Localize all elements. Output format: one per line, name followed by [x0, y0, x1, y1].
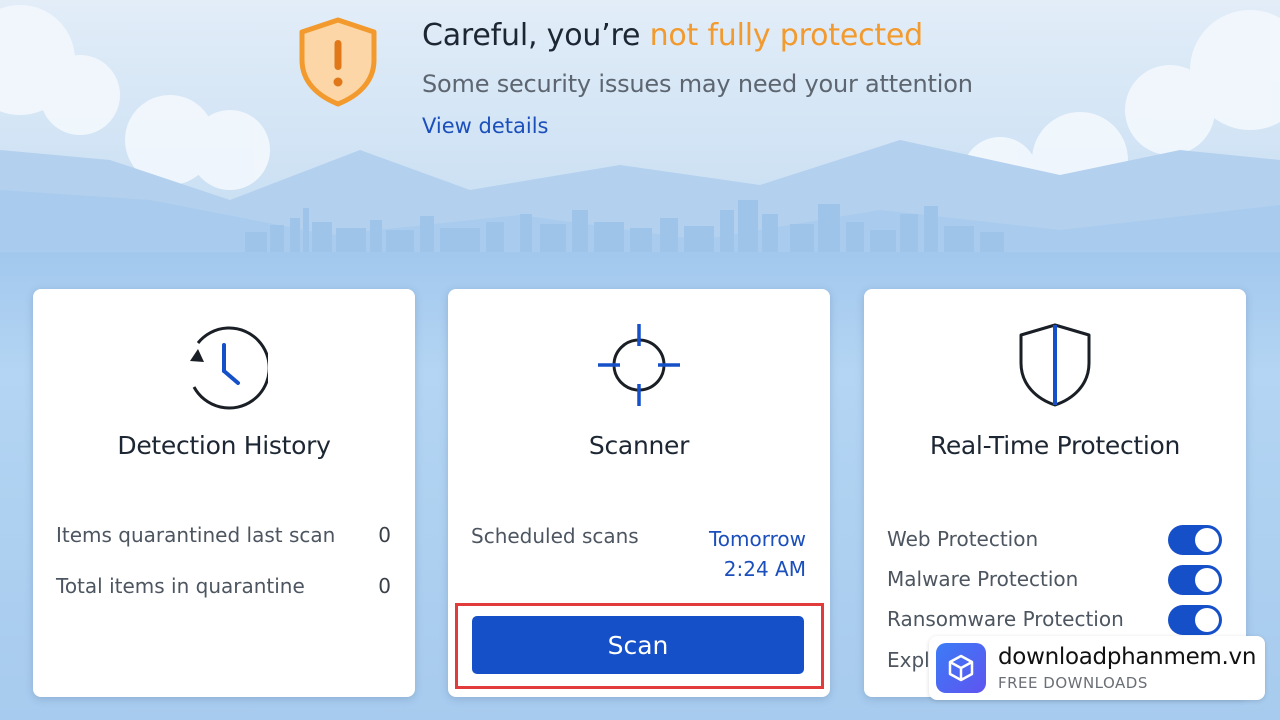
- protection-status-title: Careful, you’re not fully protected: [422, 18, 923, 53]
- shield-exclamation-icon: [299, 17, 377, 107]
- ransomware-protection-toggle[interactable]: [1168, 605, 1222, 635]
- watermark-name: downloadphanmem.vn: [998, 644, 1257, 670]
- ransomware-protection-row: Ransomware Protection: [887, 604, 1222, 635]
- toggle-knob: [1195, 608, 1219, 632]
- toggle-label: Web Protection: [887, 527, 1039, 551]
- malware-protection-toggle[interactable]: [1168, 565, 1222, 595]
- toggle-label: Malware Protection: [887, 567, 1079, 591]
- watermark-tagline: FREE DOWNLOADS: [998, 674, 1148, 692]
- cube-logo-icon: [936, 643, 986, 693]
- detection-history-card[interactable]: Detection History Items quarantined last…: [33, 289, 415, 697]
- toggle-knob: [1195, 568, 1219, 592]
- web-protection-row: Web Protection: [887, 524, 1222, 555]
- scheduled-scans-label: Scheduled scans: [471, 524, 639, 548]
- malware-protection-row: Malware Protection: [887, 564, 1222, 595]
- stat-value: 0: [378, 574, 391, 598]
- total-in-quarantine-row: Total items in quarantine 0: [56, 574, 391, 598]
- stat-label: Total items in quarantine: [56, 574, 305, 598]
- protection-status-subtitle: Some security issues may need your atten…: [422, 70, 973, 98]
- scan-button[interactable]: Scan: [472, 616, 804, 674]
- realtime-protection-title: Real-Time Protection: [929, 431, 1181, 460]
- detection-history-title: Detection History: [117, 431, 331, 460]
- watermark-badge: downloadphanmem.vn FREE DOWNLOADS: [929, 636, 1265, 700]
- toggle-label: Ransomware Protection: [887, 607, 1124, 631]
- history-clock-icon: [190, 326, 268, 410]
- scanner-title: Scanner: [588, 431, 690, 460]
- scheduled-time: 2:24 AM: [723, 557, 806, 581]
- status-warning-text: not fully protected: [649, 18, 924, 53]
- scheduled-day: Tomorrow: [708, 527, 806, 551]
- status-title-prefix: Careful, you’re: [422, 18, 650, 53]
- crosshair-icon: [598, 324, 680, 406]
- shield-icon: [1019, 323, 1091, 407]
- web-protection-toggle[interactable]: [1168, 525, 1222, 555]
- toggle-knob: [1195, 528, 1219, 552]
- quarantined-last-scan-row: Items quarantined last scan 0: [56, 523, 391, 547]
- view-details-link[interactable]: View details: [422, 114, 548, 138]
- stat-label: Items quarantined last scan: [56, 523, 336, 547]
- scheduled-scan-time[interactable]: Tomorrow 2:24 AM: [709, 524, 806, 584]
- stat-value: 0: [378, 523, 391, 547]
